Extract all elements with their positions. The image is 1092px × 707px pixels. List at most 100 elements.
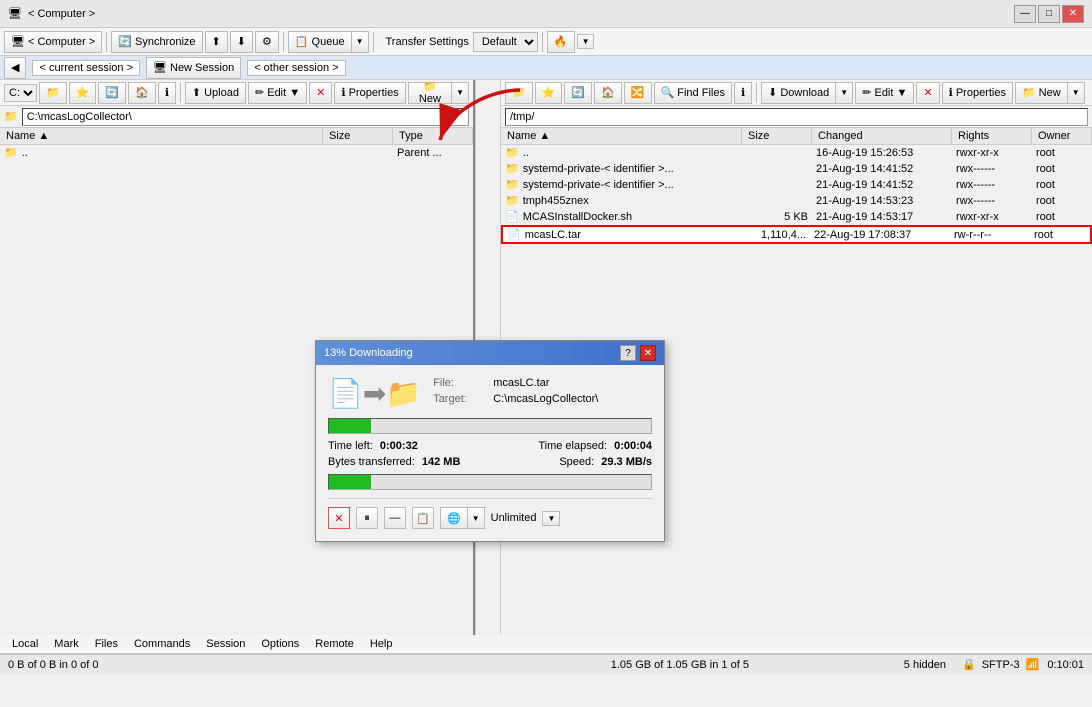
computer-icon-btn[interactable]: 🖥 < Computer >	[4, 31, 102, 53]
menu-local[interactable]: Local	[4, 636, 46, 652]
right-row-parent[interactable]: 📁.. 16-Aug-19 15:26:53 rwxr-xr-x root	[501, 145, 1092, 161]
right-info-btn[interactable]: ℹ	[734, 82, 752, 104]
toolbar-btn-icons[interactable]: ⬆	[205, 31, 228, 53]
right-bookmark-btn[interactable]: ⭐	[535, 82, 563, 104]
left-home-btn[interactable]: 🏠	[128, 82, 156, 104]
folder-icon1: 📁	[505, 162, 519, 175]
current-session-tag[interactable]: < current session >	[32, 60, 140, 76]
toolbar-fire-btn[interactable]: 🔥	[547, 31, 575, 53]
right-col-rights[interactable]: Rights	[952, 128, 1032, 144]
right-row-docker[interactable]: 📄MCASInstallDocker.sh 5 KB 21-Aug-19 14:…	[501, 209, 1092, 225]
left-column-header: Name ▲ Size Type	[0, 128, 473, 145]
left-toolbar: C: 📁 ⭐ 🔄 🏠 ℹ ⬆ Upload ✏ Edit ▼ ✕ ℹ Prope…	[0, 80, 473, 106]
dialog-title-bar: 13% Downloading ? ✕	[316, 341, 664, 365]
left-edit-btn[interactable]: ✏ Edit ▼	[248, 82, 307, 104]
right-home-btn[interactable]: 🏠	[594, 82, 622, 104]
right-delete-btn[interactable]: ✕	[916, 82, 939, 104]
upload-icon: ⬆	[192, 86, 201, 99]
toolbar-btn-icons2[interactable]: ⬇	[230, 31, 253, 53]
right-col-owner[interactable]: Owner	[1032, 128, 1092, 144]
download-button: ⬇ Download ▼	[761, 82, 853, 104]
left-properties-btn[interactable]: ℹ Properties	[334, 82, 405, 104]
dialog-copy-btn[interactable]: 📋	[412, 507, 434, 529]
file-progress-bar-container	[328, 474, 652, 490]
sep-r	[756, 83, 757, 103]
menu-remote[interactable]: Remote	[307, 636, 362, 652]
left-folder-btn[interactable]: 📁	[39, 82, 67, 104]
right-properties-btn[interactable]: ℹ Properties	[942, 82, 1013, 104]
dialog-help-btn[interactable]: ?	[620, 345, 636, 361]
menu-mark[interactable]: Mark	[46, 636, 86, 652]
download-main[interactable]: ⬇ Download	[761, 82, 835, 104]
minimize-button[interactable]: —	[1014, 5, 1036, 23]
file-progress-bar	[329, 475, 371, 489]
dialog-pause-btn[interactable]: ⏸	[356, 507, 378, 529]
folder-icon3: 📁	[505, 194, 519, 207]
file-label: File:	[433, 377, 493, 389]
new-session-button[interactable]: 🖥 New Session	[146, 57, 241, 79]
file-icon1: 📄	[505, 210, 519, 223]
toolbar-btn-icons3[interactable]: ⚙	[255, 31, 279, 53]
menu-files[interactable]: Files	[87, 636, 126, 652]
close-button[interactable]: ✕	[1062, 5, 1084, 23]
right-row-systemd2[interactable]: 📁systemd-private-< identifier >... 21-Au…	[501, 177, 1092, 193]
left-new-arrow[interactable]: ▼	[451, 82, 469, 104]
menu-help[interactable]: Help	[362, 636, 401, 652]
download-dialog: 13% Downloading ? ✕ 📄➡📁 File: mcasLC.tar…	[315, 340, 665, 542]
right-row-tmp[interactable]: 📁tmph455znex 21-Aug-19 14:53:23 rwx-----…	[501, 193, 1092, 209]
left-new-main[interactable]: 📁 New	[408, 82, 451, 104]
time-left-value: 0:00:32	[380, 440, 418, 452]
right-col-changed[interactable]: Changed	[812, 128, 952, 144]
menu-bar: Local Mark Files Commands Session Option…	[0, 635, 1092, 654]
queue-arrow[interactable]: ▼	[351, 31, 369, 53]
left-col-size[interactable]: Size	[323, 128, 393, 144]
right-col-size[interactable]: Size	[742, 128, 812, 144]
queue-main[interactable]: 📋 Queue	[288, 31, 351, 53]
drive-select[interactable]: C:	[4, 84, 37, 102]
unlimited-label: Unlimited	[491, 512, 537, 524]
right-col-name[interactable]: Name ▲	[501, 128, 742, 144]
synchronize-button[interactable]: 🔄 Synchronize	[111, 31, 202, 53]
menu-session[interactable]: Session	[198, 636, 253, 652]
right-column-header: Name ▲ Size Changed Rights Owner	[501, 128, 1092, 145]
dialog-minimize-btn[interactable]: —	[384, 507, 406, 529]
status-right: 1.05 GB of 1.05 GB in 1 of 5	[456, 659, 904, 671]
other-session-tag[interactable]: < other session >	[247, 60, 345, 76]
transfer-default-select[interactable]: Default	[473, 32, 538, 52]
session-bar: ◀ < current session > 🖥 New Session < ot…	[0, 56, 1092, 80]
maximize-button[interactable]: □	[1038, 5, 1060, 23]
globe-icon-btn[interactable]: 🌐	[440, 507, 467, 529]
left-bookmark-btn[interactable]: ⭐	[69, 82, 97, 104]
speed-dropdown[interactable]: ▼	[467, 507, 485, 529]
right-refresh-btn[interactable]: 🔄	[564, 82, 592, 104]
menu-options[interactable]: Options	[253, 636, 307, 652]
right-sync-dirs-btn[interactable]: 🔀	[624, 82, 652, 104]
left-col-type[interactable]: Type	[393, 128, 473, 144]
title-bar: 🖥 < Computer > — □ ✕	[0, 0, 1092, 28]
back-nav-btn[interactable]: ◀	[4, 57, 26, 79]
menu-commands[interactable]: Commands	[126, 636, 198, 652]
right-new-main[interactable]: 📁 New	[1015, 82, 1067, 104]
right-address-input[interactable]	[505, 108, 1088, 126]
unlimited-arrow[interactable]: ▼	[542, 511, 560, 526]
download-arrow[interactable]: ▼	[835, 82, 853, 104]
left-refresh-btn[interactable]: 🔄	[98, 82, 126, 104]
right-row-systemd1[interactable]: 📁systemd-private-< identifier >... 21-Au…	[501, 161, 1092, 177]
fire-arrow[interactable]: ▼	[577, 34, 595, 49]
right-new-arrow[interactable]: ▼	[1067, 82, 1085, 104]
left-file-parent[interactable]: 📁 .. Parent ...	[0, 145, 473, 161]
dialog-close-btn[interactable]: ✕	[640, 345, 656, 361]
left-info-btn[interactable]: ℹ	[158, 82, 176, 104]
left-upload-btn[interactable]: ⬆ Upload	[185, 82, 246, 104]
left-col-name[interactable]: Name ▲	[0, 128, 323, 144]
right-edit-btn[interactable]: ✏ Edit ▼	[855, 82, 914, 104]
left-address-input[interactable]	[22, 108, 469, 126]
queue-button: 📋 Queue ▼	[288, 31, 369, 53]
left-delete-btn[interactable]: ✕	[309, 82, 332, 104]
left-address-bar: 📁	[0, 106, 473, 128]
time-left-label: Time left:	[328, 440, 373, 452]
right-folder-btn[interactable]: 📁	[505, 82, 533, 104]
dialog-cancel-btn[interactable]: ✕	[328, 507, 350, 529]
find-files-btn[interactable]: 🔍 Find Files	[654, 82, 732, 104]
right-row-mcastar[interactable]: 📄mcasLC.tar 1,110,4... 22-Aug-19 17:08:3…	[501, 225, 1092, 244]
